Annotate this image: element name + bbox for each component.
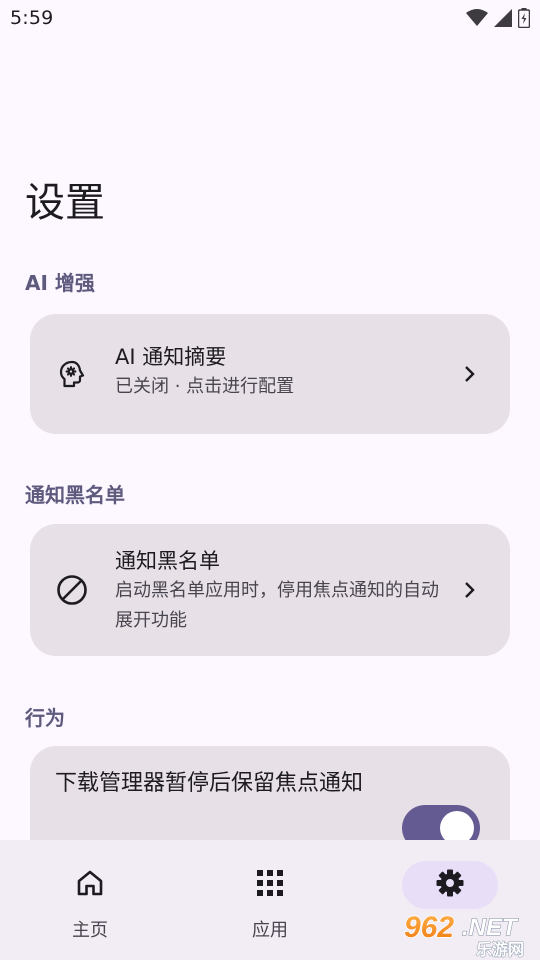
watermark-logo: 962 .NET 乐游网 xyxy=(402,907,538,959)
wifi-icon xyxy=(466,9,488,27)
settings-gear-icon xyxy=(435,868,465,902)
nav-label-apps: 应用 xyxy=(252,920,288,941)
nav-item-home[interactable]: 主页 xyxy=(0,840,180,960)
ai-brain-icon xyxy=(54,356,90,392)
ai-summary-subtitle: 已关闭 · 点击进行配置 xyxy=(115,376,295,397)
section-header-behavior: 行为 xyxy=(25,706,65,730)
apps-grid-icon xyxy=(257,870,283,900)
page-title: 设置 xyxy=(25,180,105,226)
keep-focus-notification-label: 下载管理器暂停后保留焦点通知 xyxy=(55,771,364,796)
battery-icon xyxy=(518,8,530,28)
blacklist-title: 通知黑名单 xyxy=(115,549,220,573)
chevron-right-icon xyxy=(460,581,478,599)
nav-pill-settings xyxy=(402,861,498,909)
nav-item-apps[interactable]: 应用 xyxy=(180,840,360,960)
home-icon xyxy=(76,870,104,900)
svg-text:乐游网: 乐游网 xyxy=(476,940,524,959)
blacklist-subtitle: 启动黑名单应用时，停用焦点通知的自动展开功能 xyxy=(115,580,439,631)
nav-label-home: 主页 xyxy=(72,920,108,941)
section-header-ai: AI 增强 xyxy=(25,271,95,295)
signal-icon xyxy=(494,9,512,27)
svg-text:962: 962 xyxy=(404,911,454,944)
status-bar: 5:59 xyxy=(0,0,540,36)
blacklist-text: 通知黑名单 启动黑名单应用时，停用焦点通知的自动展开功能 xyxy=(115,546,450,636)
block-icon xyxy=(54,572,90,608)
ai-summary-text: AI 通知摘要 已关闭 · 点击进行配置 xyxy=(115,342,450,402)
ai-summary-card[interactable]: AI 通知摘要 已关闭 · 点击进行配置 xyxy=(30,314,510,434)
nav-pill-home xyxy=(42,861,138,909)
ai-summary-title: AI 通知摘要 xyxy=(115,345,227,369)
status-icons xyxy=(466,8,530,28)
chevron-right-icon xyxy=(460,365,478,383)
section-header-blacklist: 通知黑名单 xyxy=(25,483,125,507)
blacklist-card[interactable]: 通知黑名单 启动黑名单应用时，停用焦点通知的自动展开功能 xyxy=(30,524,510,656)
svg-text:.NET: .NET xyxy=(462,914,519,941)
status-time: 5:59 xyxy=(10,7,54,29)
nav-pill-apps xyxy=(222,861,318,909)
